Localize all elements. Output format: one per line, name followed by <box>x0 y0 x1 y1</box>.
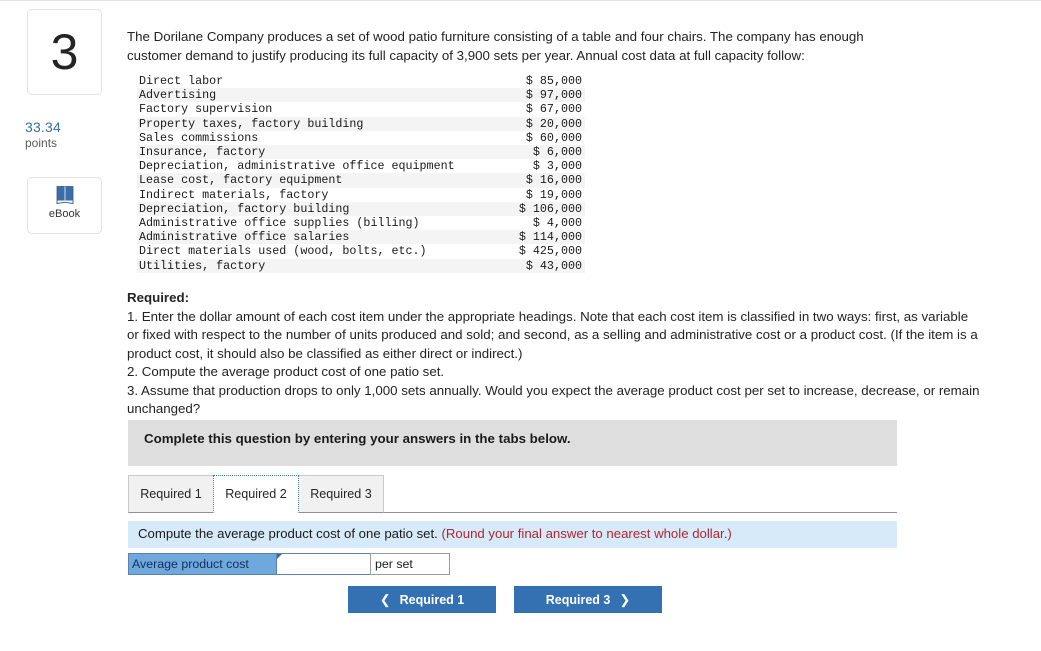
cell-marker-icon <box>277 554 282 559</box>
cost-item-name: Insurance, factory <box>137 145 506 160</box>
ebook-button[interactable]: eBook <box>27 177 102 234</box>
cost-item-amount: $ 114,000 <box>505 230 585 245</box>
tab-instruction-text: Compute the average product cost of one … <box>138 526 732 541</box>
book-icon <box>56 186 73 205</box>
table-row: Depreciation, administrative office equi… <box>137 159 585 173</box>
cost-item-name: Property taxes, factory building <box>137 116 506 131</box>
question-number: 3 <box>50 24 79 80</box>
next-requirement-button[interactable]: Required 3 ❯ <box>514 586 662 613</box>
cost-item-name: Direct materials used (wood, bolts, etc.… <box>139 244 427 259</box>
top-divider <box>0 0 1041 1</box>
cost-item-name: Administrative office salaries <box>137 230 506 245</box>
table-row: Sales commissions $ 60,000 <box>137 131 585 145</box>
tab-required-3[interactable]: Required 3 <box>298 475 384 513</box>
table-row: Administrative office supplies (billing)… <box>137 216 585 230</box>
table-row: Property taxes, factory building $ 20,000 <box>137 116 585 131</box>
requirement-item-3: 3. Assume that production drops to only … <box>127 382 980 417</box>
question-rail: 3 33.34 points eBook <box>0 1 125 651</box>
cost-item-amount: $ 425,000 <box>518 244 582 259</box>
cost-item-name: Indirect materials, factory <box>139 187 329 202</box>
instruction-rounding-note: (Round your final answer to nearest whol… <box>441 526 732 541</box>
cost-item-amount: $ 85,000 <box>525 74 582 88</box>
cost-item-amount: $ 60,000 <box>525 130 582 145</box>
cost-item-name: Lease cost, factory equipment <box>137 173 506 188</box>
requirement-item-1: 1. Enter the dollar amount of each cost … <box>127 308 978 361</box>
table-row: Lease cost, factory equipment $ 16,000 <box>137 173 585 188</box>
cost-item-amount: $ 3,000 <box>532 159 582 174</box>
table-row: Depreciation, factory building $ 106,000 <box>137 201 585 217</box>
table-row: Direct labor $ 85,000 <box>137 74 585 88</box>
table-row: Insurance, factory $ 6,000 <box>137 145 585 160</box>
cost-item-amount: $ 20,000 <box>505 116 585 131</box>
table-row: Administrative office salaries $ 114,000 <box>137 230 585 245</box>
answer-label: Average product cost <box>128 553 277 575</box>
requirements-heading: Required: <box>127 290 190 305</box>
cost-item-name: Depreciation, administrative office equi… <box>139 159 455 174</box>
cost-item-name: Utilities, factory <box>137 258 506 273</box>
points-label: points <box>25 136 58 150</box>
cost-item-amount: $ 67,000 <box>525 102 582 117</box>
cost-item-name: Advertising <box>137 88 506 103</box>
prev-requirement-button[interactable]: ❮ Required 1 <box>348 586 496 613</box>
requirement-tabs: Required 1 Required 2 Required 3 <box>128 475 897 513</box>
cost-item-amount: $ 19,000 <box>525 187 582 202</box>
average-product-cost-input[interactable] <box>276 553 371 575</box>
answer-unit-label: per set <box>370 553 450 575</box>
requirement-item-2: 2. Compute the average product cost of o… <box>127 364 445 379</box>
table-row: Factory supervision $ 67,000 <box>137 102 585 116</box>
cost-item-name: Factory supervision <box>139 102 273 117</box>
requirements-block: Required: 1. Enter the dollar amount of … <box>127 289 982 419</box>
chevron-right-icon: ❯ <box>619 591 631 607</box>
instruction-main: Compute the average product cost of one … <box>138 526 442 541</box>
table-row: Indirect materials, factory $ 19,000 <box>137 188 585 202</box>
cost-item-amount: $ 106,000 <box>505 201 585 217</box>
ebook-label: eBook <box>48 208 81 220</box>
cost-item-amount: $ 43,000 <box>505 258 585 273</box>
cost-item-name: Depreciation, factory building <box>137 201 506 217</box>
prev-requirement-label: Required 1 <box>399 592 465 607</box>
cost-item-amount: $ 6,000 <box>505 145 585 160</box>
cost-item-amount: $ 16,000 <box>505 173 585 188</box>
tab-required-2[interactable]: Required 2 <box>213 475 299 513</box>
table-row: Advertising $ 97,000 <box>137 88 585 103</box>
complete-question-banner: Complete this question by entering your … <box>128 420 897 466</box>
cost-item-name: Direct labor <box>139 74 224 88</box>
next-requirement-label: Required 3 <box>545 592 611 607</box>
chevron-left-icon: ❮ <box>379 591 391 607</box>
complete-question-text: Complete this question by entering your … <box>144 431 571 446</box>
points-value: 33.34 <box>25 119 62 135</box>
tab-required-1[interactable]: Required 1 <box>128 475 214 513</box>
table-row: Utilities, factory $ 43,000 <box>137 258 585 273</box>
cost-item-amount: $ 97,000 <box>505 88 585 103</box>
cost-item-amount: $ 4,000 <box>532 216 582 231</box>
cost-item-name: Administrative office supplies (billing) <box>139 216 420 231</box>
problem-statement: The Dorilane Company produces a set of w… <box>127 29 864 63</box>
tab-instruction-bar: Compute the average product cost of one … <box>128 521 897 548</box>
question-number-box: 3 <box>27 9 102 95</box>
table-row: Direct materials used (wood, bolts, etc.… <box>137 244 585 258</box>
cost-data-table: Direct labor $ 85,000 Advertising $ 97,000 F… <box>137 74 585 273</box>
cost-item-name: Sales commissions <box>139 130 259 145</box>
